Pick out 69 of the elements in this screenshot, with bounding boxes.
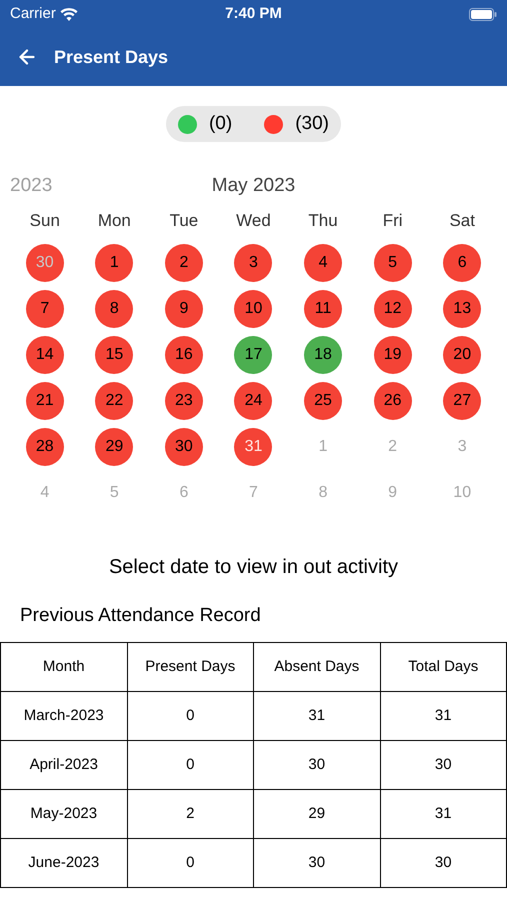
calendar-day[interactable]: 12 (374, 290, 412, 328)
table-cell: 31 (380, 692, 506, 740)
calendar-day[interactable]: 5 (374, 244, 412, 282)
weekday-label: Mon (98, 210, 131, 232)
table-cell: 30 (380, 740, 506, 790)
calendar-day[interactable]: 13 (443, 290, 482, 328)
table-cell: June-2023 (0, 838, 127, 888)
column-header: Present Days (127, 642, 254, 692)
calendar-day[interactable]: 4 (304, 244, 342, 282)
calendar-day[interactable]: 2 (164, 244, 203, 282)
calendar-day[interactable]: 22 (95, 382, 134, 420)
battery-icon (468, 8, 497, 20)
calendar-day[interactable]: 31 (234, 428, 272, 466)
column-header: Absent Days (254, 642, 380, 692)
status-time: 7:40 PM (225, 4, 282, 24)
calendar-day[interactable]: 11 (304, 290, 342, 328)
calendar-day[interactable]: 1 (95, 244, 134, 282)
calendar-day[interactable]: 23 (164, 382, 203, 420)
table-cell: 0 (127, 692, 254, 740)
legend-count: (30) (295, 112, 330, 136)
calendar-day[interactable]: 20 (443, 336, 482, 374)
calendar-day[interactable]: 10 (234, 290, 272, 328)
calendar-day[interactable]: 8 (95, 290, 134, 328)
calendar-day[interactable]: 16 (164, 336, 203, 374)
table-cell: 31 (380, 790, 506, 838)
carrier-label: Carrier (10, 4, 56, 24)
table-cell: 30 (380, 838, 506, 888)
table-cell: 0 (127, 740, 254, 790)
table-cell: 30 (254, 838, 380, 888)
legend-count: (0) (208, 112, 232, 136)
table-cell: 30 (254, 740, 380, 790)
weekday-label: Sun (30, 210, 60, 232)
calendar-day[interactable]: 21 (26, 382, 64, 420)
table-cell: 29 (254, 790, 380, 838)
calendar-day[interactable]: 29 (95, 428, 134, 466)
weekday-label: Tue (170, 210, 198, 232)
calendar-day[interactable]: 24 (234, 382, 272, 420)
table-cell: 31 (254, 692, 380, 740)
table-cell: March-2023 (0, 692, 127, 740)
calendar-day[interactable]: 17 (234, 336, 272, 374)
section-title: Previous Attendance Record (20, 604, 262, 628)
weekday-label: Thu (308, 210, 338, 232)
previous-month-label: 2023 (10, 174, 52, 198)
table-cell: April-2023 (0, 740, 127, 790)
page-title: Present Days (54, 46, 168, 69)
calendar-day[interactable]: 3 (234, 244, 272, 282)
calendar-day[interactable]: 6 (443, 244, 482, 282)
calendar-day[interactable]: 18 (304, 336, 342, 374)
table-cell: 0 (127, 838, 254, 888)
calendar-day[interactable]: 14 (26, 336, 64, 374)
instruction-text: Select date to view in out activity (108, 554, 400, 580)
calendar-day[interactable]: 26 (374, 382, 412, 420)
month-title: May 2023 (212, 174, 296, 198)
column-header: Month (0, 642, 127, 692)
weekday-label: Wed (236, 210, 271, 232)
calendar-day[interactable]: 19 (374, 336, 412, 374)
calendar-day[interactable]: 7 (26, 290, 64, 328)
calendar-day[interactable]: 15 (95, 336, 134, 374)
calendar-day[interactable]: 25 (304, 382, 342, 420)
calendar-day[interactable]: 28 (26, 428, 64, 466)
table-cell: 2 (127, 790, 254, 838)
weekday-label: Fri (382, 210, 403, 232)
wifi-icon (60, 8, 78, 20)
weekday-label: Sat (449, 210, 475, 232)
calendar-day[interactable]: 9 (164, 290, 203, 328)
calendar-day[interactable]: 30 (164, 428, 203, 466)
column-header: Total Days (380, 642, 506, 692)
table-cell: May-2023 (0, 790, 127, 838)
calendar-day[interactable]: 27 (443, 382, 482, 420)
